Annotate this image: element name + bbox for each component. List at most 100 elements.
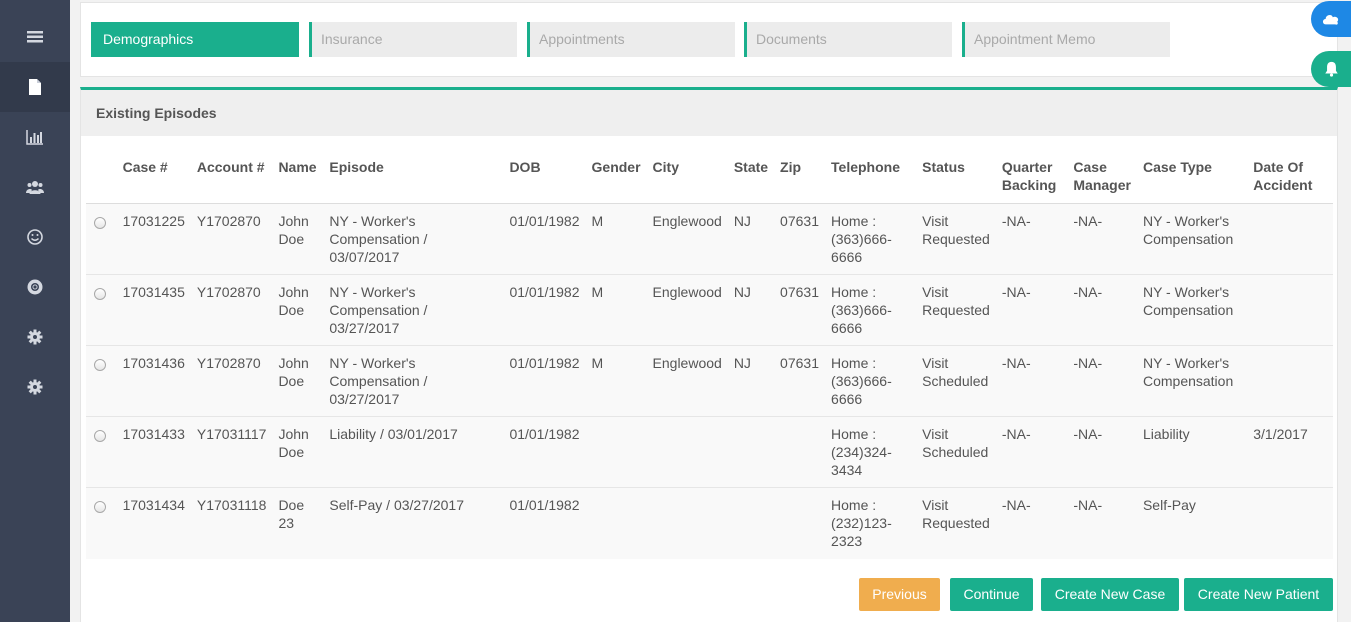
date-of-accident	[1247, 203, 1333, 275]
gear-icon	[27, 329, 43, 345]
table-header-row: Case # Account # Name Episode DOB Gender…	[86, 148, 1333, 204]
patient-name: John Doe	[272, 416, 324, 488]
zip: 07631	[774, 203, 826, 275]
telephone: Home : (234)324-3434	[825, 416, 917, 488]
state: NJ	[727, 203, 775, 275]
city: Englewood	[646, 345, 728, 417]
list-icon	[27, 31, 43, 43]
tab-demographics[interactable]: Demographics	[91, 22, 299, 57]
cloud-icon	[1323, 15, 1339, 25]
tab-documents[interactable]: Documents	[744, 22, 952, 57]
table-row[interactable]: 17031433 Y17031117 John Doe Liability / …	[86, 416, 1333, 488]
tab-bar: Demographics Insurance Appointments Docu…	[80, 2, 1338, 77]
tab-insurance[interactable]: Insurance	[309, 22, 517, 57]
column-header: Gender	[585, 148, 647, 204]
quarter-backing: -NA-	[995, 416, 1068, 488]
episode: Self-Pay / 03/27/2017	[323, 487, 504, 559]
sidebar-item-feedback[interactable]	[0, 212, 70, 262]
status: Visit Requested	[916, 274, 996, 346]
sidebar-item-admin-settings[interactable]	[0, 362, 70, 412]
smile-icon	[27, 229, 43, 245]
column-header: Account #	[190, 148, 273, 204]
bell-icon	[1324, 61, 1338, 77]
existing-episodes-panel: Existing Episodes Case # Account # Name …	[80, 87, 1338, 622]
sidebar-item-reports[interactable]	[0, 112, 70, 162]
sidebar-item-menu[interactable]	[0, 12, 70, 62]
case-manager: -NA-	[1067, 345, 1137, 417]
account-number: Y17031118	[190, 487, 273, 559]
column-header: Case Type	[1136, 148, 1248, 204]
previous-button[interactable]: Previous	[859, 578, 940, 611]
sidebar-item-patients[interactable]	[0, 162, 70, 212]
gender: M	[585, 274, 647, 346]
column-header: City	[646, 148, 728, 204]
gear-icon	[27, 379, 43, 395]
case-number: 17031436	[116, 345, 191, 417]
column-header: Case #	[116, 148, 191, 204]
document-icon	[29, 79, 41, 95]
table-row[interactable]: 17031436 Y1702870 John Doe NY - Worker's…	[86, 345, 1333, 417]
notifications-button[interactable]	[1311, 51, 1351, 87]
episode: Liability / 03/01/2017	[323, 416, 504, 488]
episode-radio[interactable]	[94, 359, 106, 371]
telephone: Home : (363)666-6666	[825, 274, 917, 346]
episode-radio[interactable]	[94, 501, 106, 513]
city	[646, 487, 728, 559]
quarter-backing: -NA-	[995, 274, 1068, 346]
zip: 07631	[774, 274, 826, 346]
gender: M	[585, 345, 647, 417]
panel-title: Existing Episodes	[81, 90, 1337, 136]
main-content: Demographics Insurance Appointments Docu…	[70, 0, 1351, 622]
status: Visit Scheduled	[916, 416, 996, 488]
quarter-backing: -NA-	[995, 487, 1068, 559]
account-number: Y1702870	[190, 345, 273, 417]
case-number: 17031225	[116, 203, 191, 275]
case-number: 17031433	[116, 416, 191, 488]
state: NJ	[727, 274, 775, 346]
case-type: Liability	[1136, 416, 1248, 488]
column-header: Case Manager	[1067, 148, 1137, 204]
table-row[interactable]: 17031435 Y1702870 John Doe NY - Worker's…	[86, 274, 1333, 346]
column-header: Telephone	[825, 148, 917, 204]
account-number: Y1702870	[190, 274, 273, 346]
status: Visit Scheduled	[916, 345, 996, 417]
telephone: Home : (363)666-6666	[825, 345, 917, 417]
status: Visit Requested	[916, 487, 996, 559]
table-row[interactable]: 17031434 Y17031118 Doe 23 Self-Pay / 03/…	[86, 487, 1333, 559]
state	[727, 416, 775, 488]
episode-radio[interactable]	[94, 288, 106, 300]
sidebar-item-settings[interactable]	[0, 312, 70, 362]
sidebar	[0, 0, 70, 622]
episode-radio[interactable]	[94, 217, 106, 229]
sidebar-item-documents[interactable]	[0, 62, 70, 112]
state: NJ	[727, 345, 775, 417]
sidebar-item-support[interactable]	[0, 262, 70, 312]
column-header: Name	[272, 148, 324, 204]
lifesaver-icon	[27, 279, 43, 295]
patient-name: John Doe	[272, 274, 324, 346]
zip: 07631	[774, 345, 826, 417]
case-type: Self-Pay	[1136, 487, 1248, 559]
continue-button[interactable]: Continue	[950, 578, 1033, 611]
gender: M	[585, 203, 647, 275]
case-type: NY - Worker's Compensation	[1136, 345, 1248, 417]
tab-appointments[interactable]: Appointments	[527, 22, 735, 57]
create-new-patient-button[interactable]: Create New Patient	[1184, 578, 1333, 611]
episode-radio[interactable]	[94, 430, 106, 442]
episode: NY - Worker's Compensation / 03/07/2017	[323, 203, 504, 275]
table-row[interactable]: 17031225 Y1702870 John Doe NY - Worker's…	[86, 203, 1333, 275]
column-header: Date Of Accident	[1247, 148, 1333, 204]
quarter-backing: -NA-	[995, 203, 1068, 275]
case-number: 17031435	[116, 274, 191, 346]
create-new-case-button[interactable]: Create New Case	[1041, 578, 1179, 611]
date-of-accident	[1247, 487, 1333, 559]
column-header: Quarter Backing	[995, 148, 1068, 204]
case-manager: -NA-	[1067, 416, 1137, 488]
bar-chart-icon	[26, 130, 43, 145]
episode: NY - Worker's Compensation / 03/27/2017	[323, 345, 504, 417]
chat-button[interactable]	[1311, 1, 1351, 37]
case-manager: -NA-	[1067, 203, 1137, 275]
dob: 01/01/1982	[503, 274, 586, 346]
tab-appointment-memo[interactable]: Appointment Memo	[962, 22, 1170, 57]
city	[646, 416, 728, 488]
